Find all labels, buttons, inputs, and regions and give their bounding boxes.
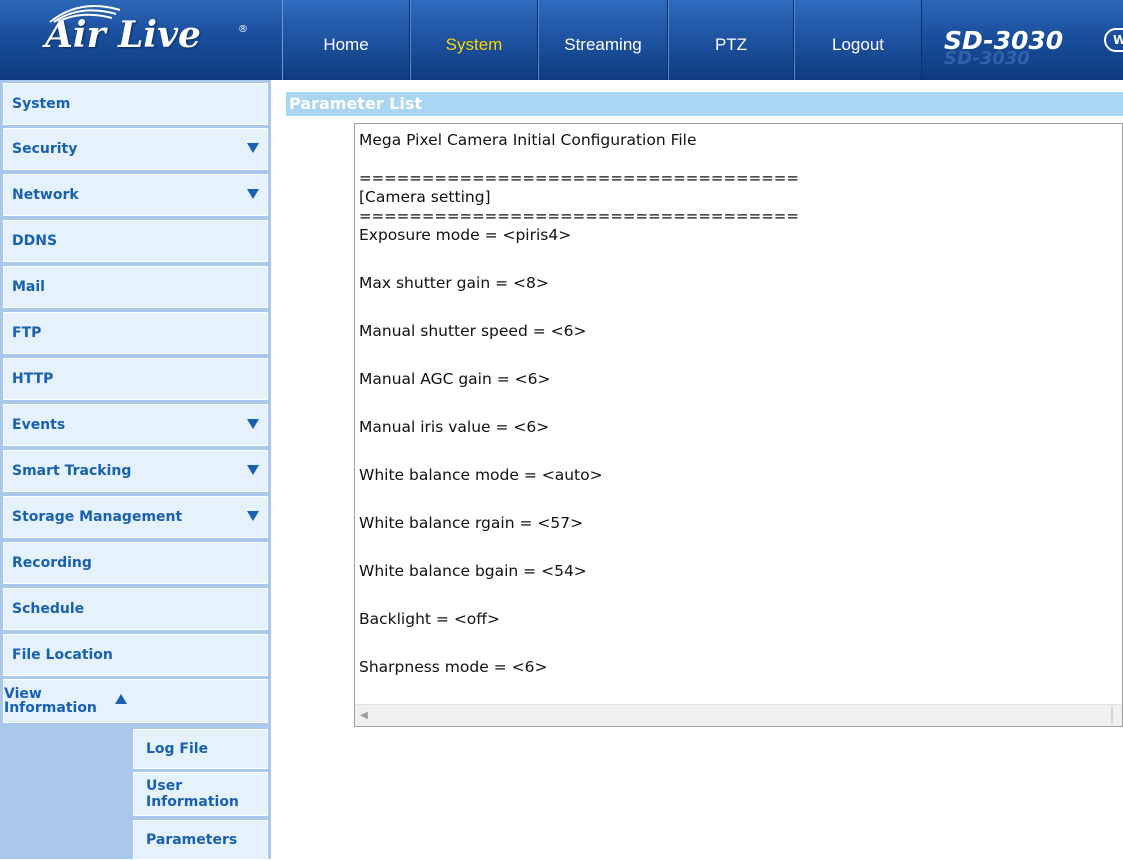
param-line: =================================== — [359, 207, 799, 225]
sidebar-item-security[interactable]: Security — [3, 128, 268, 170]
nav-home[interactable]: Home — [282, 0, 410, 80]
param-line — [359, 535, 1119, 559]
param-line: Exposure mode = <piris4> — [359, 226, 572, 244]
section-title: Parameter List — [286, 92, 1123, 116]
sidebar: System Security Network DDNS Mail FTP HT… — [0, 80, 271, 860]
horizontal-scrollbar[interactable]: ◀ — [355, 704, 1122, 726]
param-line: Sharpness mode = <6> — [359, 658, 548, 676]
top-header: Air Live ® Home System Streaming PTZ Log… — [0, 0, 1123, 80]
sidebar-item-label: Recording — [12, 555, 92, 571]
parameter-text: Mega Pixel Camera Initial Configuration … — [359, 128, 1119, 704]
sidebar-item-label: Network — [12, 187, 79, 203]
param-line: Manual iris value = <6> — [359, 418, 550, 436]
sidebar-item-label: System — [12, 96, 71, 112]
sidebar-subitem-user-information[interactable]: User Information — [133, 772, 268, 816]
param-line: White balance bgain = <54> — [359, 562, 587, 580]
param-line: Backlight = <off> — [359, 610, 500, 628]
chevron-down-icon — [247, 511, 259, 521]
param-line: White balance rgain = <57> — [359, 514, 584, 532]
parameter-list-box[interactable]: Mega Pixel Camera Initial Configuration … — [354, 123, 1123, 727]
sidebar-item-label: View Information — [4, 686, 97, 716]
sidebar-item-network[interactable]: Network — [3, 174, 268, 216]
sidebar-item-http[interactable]: HTTP — [3, 358, 268, 400]
param-line — [359, 247, 1119, 271]
sidebar-item-schedule[interactable]: Schedule — [3, 588, 268, 630]
airlive-logo: Air Live ® — [0, 0, 282, 80]
model-name-reflection: SD-3030 — [944, 48, 1030, 69]
sidebar-item-storage-management[interactable]: Storage Management — [3, 496, 268, 538]
sidebar-item-system[interactable]: System — [3, 83, 268, 125]
sidebar-item-label: FTP — [12, 325, 42, 341]
param-line — [359, 295, 1119, 319]
sidebar-item-label: HTTP — [12, 371, 54, 387]
param-line — [359, 160, 1119, 166]
chevron-down-icon — [247, 465, 259, 475]
sidebar-item-label: Events — [12, 417, 66, 433]
sidebar-item-events[interactable]: Events — [3, 404, 268, 446]
sidebar-subitem-log-file[interactable]: Log File — [133, 729, 268, 769]
registered-mark: ® — [238, 24, 248, 35]
chevron-down-icon — [247, 419, 259, 429]
nav-logout[interactable]: Logout — [794, 0, 922, 80]
chevron-down-icon — [247, 189, 259, 199]
sidebar-subitem-parameters[interactable]: Parameters — [133, 820, 268, 860]
chevron-up-icon — [115, 694, 127, 704]
param-line: White balance mode = <auto> — [359, 466, 603, 484]
param-line: =================================== — [359, 169, 799, 187]
model-label: SD-3030 SD-3030 W — [922, 0, 1123, 80]
param-line: Manual shutter speed = <6> — [359, 322, 587, 340]
sidebar-item-smart-tracking[interactable]: Smart Tracking — [3, 450, 268, 492]
sidebar-item-mail[interactable]: Mail — [3, 266, 268, 308]
param-line: Max shutter gain = <8> — [359, 274, 549, 292]
sidebar-item-view-information[interactable]: View Information — [3, 679, 268, 723]
param-line — [359, 583, 1119, 607]
param-line — [359, 343, 1119, 367]
param-line: [Camera setting] — [359, 188, 491, 206]
sidebar-item-recording[interactable]: Recording — [3, 542, 268, 584]
param-line — [359, 391, 1119, 415]
sidebar-item-ddns[interactable]: DDNS — [3, 220, 268, 262]
nav-system[interactable]: System — [410, 0, 538, 80]
scrollbar-divider — [1111, 707, 1113, 724]
sidebar-item-label: Security — [12, 141, 78, 157]
param-line — [359, 487, 1119, 511]
chevron-down-icon — [247, 143, 259, 153]
model-badge: W — [1104, 28, 1123, 52]
sidebar-item-ftp[interactable]: FTP — [3, 312, 268, 354]
param-line — [359, 439, 1119, 463]
nav-streaming[interactable]: Streaming — [538, 0, 668, 80]
scroll-left-icon[interactable]: ◀ — [355, 705, 373, 726]
sidebar-item-label: Smart Tracking — [12, 463, 132, 479]
sidebar-item-label: DDNS — [12, 233, 58, 249]
nav-ptz[interactable]: PTZ — [668, 0, 794, 80]
sidebar-item-label: Storage Management — [12, 509, 183, 525]
param-line — [359, 631, 1119, 655]
sidebar-item-label: File Location — [12, 647, 113, 663]
sidebar-item-label: Mail — [12, 279, 45, 295]
sidebar-item-label: Schedule — [12, 601, 85, 617]
logo-text: Air Live — [45, 14, 201, 56]
sidebar-item-file-location[interactable]: File Location — [3, 634, 268, 676]
param-line: Manual AGC gain = <6> — [359, 370, 551, 388]
param-line: Mega Pixel Camera Initial Configuration … — [359, 131, 697, 149]
